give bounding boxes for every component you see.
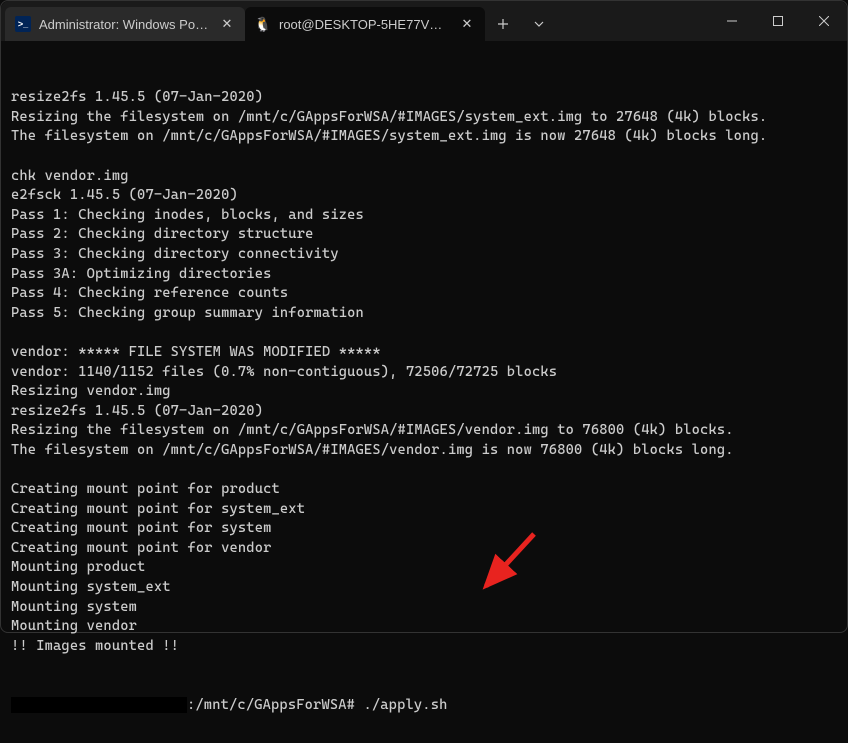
terminal-output[interactable]: resize2fs 1.45.5 (07-Jan-2020)Resizing t… <box>1 41 847 743</box>
new-tab-button[interactable] <box>485 7 521 41</box>
plus-icon <box>497 18 509 30</box>
terminal-line: e2fsck 1.45.5 (07-Jan-2020) <box>11 186 837 206</box>
terminal-line <box>11 147 837 167</box>
terminal-line: Pass 4: Checking reference counts <box>11 284 837 304</box>
terminal-line <box>11 460 837 480</box>
close-icon[interactable]: ✕ <box>219 16 235 32</box>
terminal-line: Pass 1: Checking inodes, blocks, and siz… <box>11 206 837 226</box>
close-icon[interactable]: ✕ <box>459 16 475 32</box>
tab-linux[interactable]: 🐧 root@DESKTOP-5HE77VO: /mn ✕ <box>245 7 485 41</box>
tux-icon: 🐧 <box>255 16 271 32</box>
prompt-line: :/mnt/c/GAppsForWSA# ./apply.sh <box>11 696 837 716</box>
powershell-icon: >_ <box>15 16 31 32</box>
maximize-button[interactable] <box>755 1 801 41</box>
terminal-line: !! Images mounted !! <box>11 637 837 657</box>
window-controls <box>709 1 847 41</box>
close-window-button[interactable] <box>801 1 847 41</box>
prompt-command: ./apply.sh <box>363 696 447 716</box>
terminal-line: resize2fs 1.45.5 (07-Jan-2020) <box>11 402 837 422</box>
terminal-line: The filesystem on /mnt/c/GAppsForWSA/#IM… <box>11 127 837 147</box>
prompt-path: :/mnt/c/GAppsForWSA# <box>187 696 363 716</box>
tab-title: root@DESKTOP-5HE77VO: /mn <box>279 17 451 32</box>
titlebar-drag-area[interactable] <box>557 1 709 41</box>
redacted-user-host <box>11 697 187 713</box>
terminal-line: Creating mount point for system <box>11 519 837 539</box>
terminal-line: vendor: 1140/1152 files (0.7% non-contig… <box>11 363 837 383</box>
terminal-line: Creating mount point for product <box>11 480 837 500</box>
minimize-button[interactable] <box>709 1 755 41</box>
terminal-line: Pass 2: Checking directory structure <box>11 225 837 245</box>
terminal-line: Pass 3: Checking directory connectivity <box>11 245 837 265</box>
terminal-line: Resizing vendor.img <box>11 382 837 402</box>
terminal-line <box>11 323 837 343</box>
terminal-line: Mounting system <box>11 598 837 618</box>
titlebar: >_ Administrator: Windows PowerS ✕ 🐧 roo… <box>1 1 847 41</box>
tab-dropdown-button[interactable] <box>521 7 557 41</box>
terminal-line: Resizing the filesystem on /mnt/c/GAppsF… <box>11 421 837 441</box>
chevron-down-icon <box>533 18 545 30</box>
terminal-line: Creating mount point for system_ext <box>11 500 837 520</box>
terminal-line: Mounting system_ext <box>11 578 837 598</box>
tab-title: Administrator: Windows PowerS <box>39 17 211 32</box>
terminal-line: Pass 3A: Optimizing directories <box>11 265 837 285</box>
tab-powershell[interactable]: >_ Administrator: Windows PowerS ✕ <box>5 7 245 41</box>
terminal-line: vendor: ***** FILE SYSTEM WAS MODIFIED *… <box>11 343 837 363</box>
terminal-line: Mounting vendor <box>11 617 837 637</box>
terminal-line: Pass 5: Checking group summary informati… <box>11 304 837 324</box>
terminal-line: The filesystem on /mnt/c/GAppsForWSA/#IM… <box>11 441 837 461</box>
maximize-icon <box>773 16 783 26</box>
terminal-line: Creating mount point for vendor <box>11 539 837 559</box>
terminal-line: resize2fs 1.45.5 (07-Jan-2020) <box>11 88 837 108</box>
terminal-line: Resizing the filesystem on /mnt/c/GAppsF… <box>11 108 837 128</box>
close-icon <box>819 16 829 26</box>
terminal-line: chk vendor.img <box>11 167 837 187</box>
terminal-line: Mounting product <box>11 558 837 578</box>
minimize-icon <box>727 16 737 26</box>
tab-strip: >_ Administrator: Windows PowerS ✕ 🐧 roo… <box>1 1 485 41</box>
